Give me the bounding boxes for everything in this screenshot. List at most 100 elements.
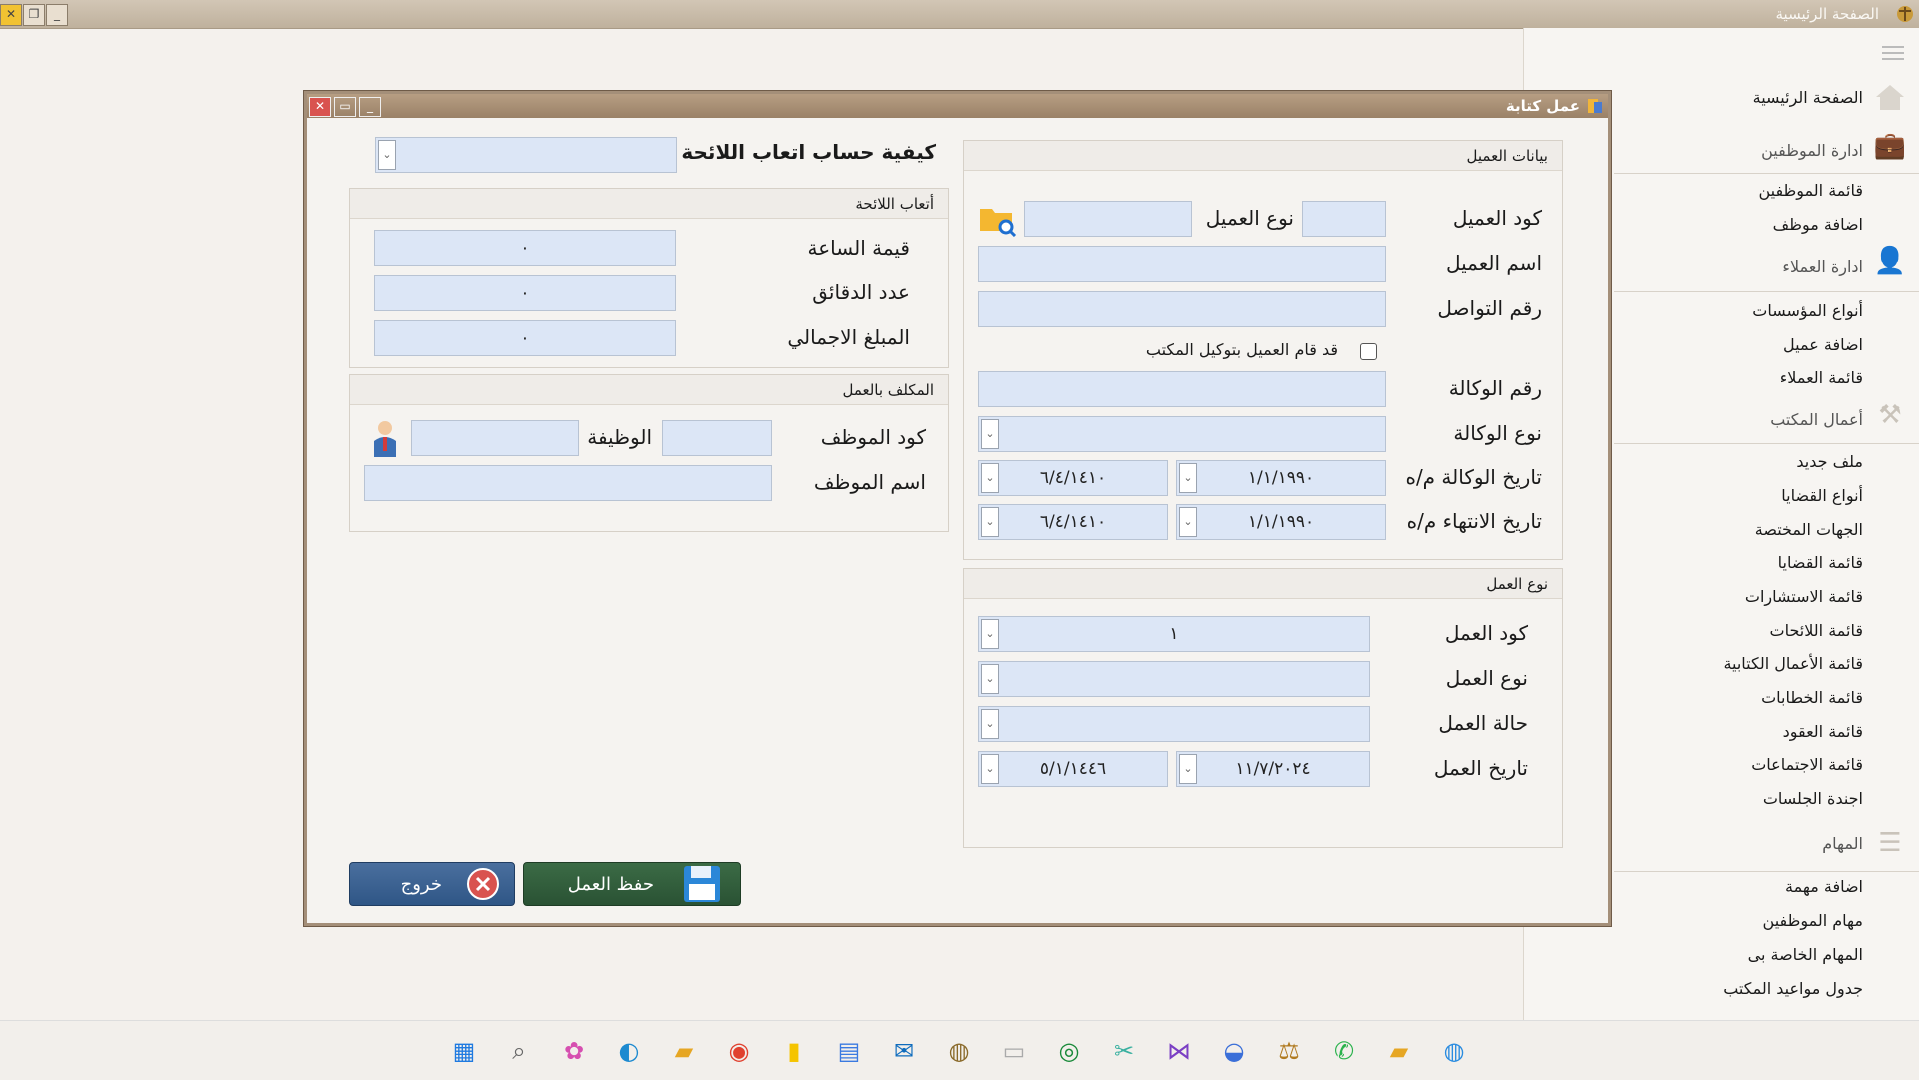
- sidebar-item-institution-types[interactable]: أنواع المؤسسات: [1752, 301, 1863, 320]
- media-player-icon[interactable]: ◎: [1052, 1034, 1086, 1068]
- agency-date-gregorian[interactable]: ١/١/١٩٩٠: [1176, 460, 1386, 496]
- chevron-down-icon[interactable]: ⌄: [981, 507, 999, 537]
- sidebar-item-contracts[interactable]: قائمة العقود: [1783, 722, 1863, 741]
- sidebar-header-employees[interactable]: ادارة الموظفين: [1761, 141, 1863, 160]
- chevron-down-icon[interactable]: ⌄: [981, 619, 999, 649]
- store-icon[interactable]: ▤: [832, 1034, 866, 1068]
- client-code-label: كود العميل: [1452, 206, 1542, 230]
- agency-checkbox-label: قد قام العميل بتوكيل المكتب: [1145, 340, 1338, 359]
- sidebar-header-clients[interactable]: ادارة العملاء: [1782, 257, 1863, 276]
- expiry-date-hijri[interactable]: ٦/٤/١٤١٠: [978, 504, 1168, 540]
- employee-code-field[interactable]: [662, 420, 772, 456]
- work-code-select[interactable]: ١: [978, 616, 1370, 652]
- dialog-minimize-icon[interactable]: _: [359, 97, 381, 117]
- sticky-notes-icon[interactable]: ▮: [777, 1034, 811, 1068]
- job-field[interactable]: [411, 420, 579, 456]
- scales-app-icon[interactable]: ⚖: [1272, 1034, 1306, 1068]
- fee-calc-select[interactable]: [375, 137, 677, 173]
- list-icon: ☰: [1878, 828, 1902, 858]
- sidebar-item-case-types[interactable]: أنواع القضايا: [1781, 486, 1863, 505]
- employee-person-icon[interactable]: [370, 419, 400, 459]
- chevron-down-icon[interactable]: ⌄: [1179, 507, 1197, 537]
- work-type-select[interactable]: [978, 661, 1370, 697]
- snipping-tool-icon[interactable]: ✂: [1107, 1034, 1141, 1068]
- browser-icon[interactable]: ◒: [1217, 1034, 1251, 1068]
- expiry-date-gregorian[interactable]: ١/١/١٩٩٠: [1176, 504, 1386, 540]
- chevron-down-icon[interactable]: ⌄: [981, 709, 999, 739]
- folder-search-icon[interactable]: [978, 203, 1018, 237]
- windows-start-icon[interactable]: ▦: [447, 1034, 481, 1068]
- sidebar-item-authorities[interactable]: الجهات المختصة: [1755, 520, 1863, 539]
- expiry-date-label: تاريخ الانتهاء م/ه: [1406, 509, 1542, 533]
- sidebar-item-regulations[interactable]: قائمة اللائحات: [1770, 621, 1863, 640]
- sidebar-item-client-list[interactable]: قائمة العملاء: [1780, 368, 1863, 387]
- outlook-icon[interactable]: ✉: [887, 1034, 921, 1068]
- file-explorer-icon[interactable]: ▰: [667, 1034, 701, 1068]
- agency-number-field[interactable]: [978, 371, 1386, 407]
- sidebar-item-employee-tasks[interactable]: مهام الموظفين: [1763, 911, 1863, 930]
- hamburger-menu-icon[interactable]: [1882, 42, 1904, 64]
- chevron-down-icon[interactable]: ⌄: [981, 754, 999, 784]
- total-field[interactable]: ٠: [374, 320, 676, 356]
- copilot-icon[interactable]: ✿: [557, 1034, 591, 1068]
- sidebar-item-office-schedule[interactable]: جدول مواعيد المكتب: [1723, 979, 1863, 998]
- network-globe-icon[interactable]: ◍: [1437, 1034, 1471, 1068]
- agency-date-hijri[interactable]: ٦/٤/١٤١٠: [978, 460, 1168, 496]
- floppy-disk-icon: [684, 866, 720, 902]
- work-date-hijri[interactable]: ٥/١/١٤٤٦: [978, 751, 1168, 787]
- sidebar-item-sessions-agenda[interactable]: اجندة الجلسات: [1763, 789, 1863, 808]
- winrar-icon[interactable]: ◍: [942, 1034, 976, 1068]
- client-type-field[interactable]: [1024, 201, 1192, 237]
- sidebar-item-employee-list[interactable]: قائمة الموظفين: [1758, 181, 1863, 200]
- chevron-down-icon[interactable]: ⌄: [981, 419, 999, 449]
- visual-studio-icon[interactable]: ⋈: [1162, 1034, 1196, 1068]
- work-status-select[interactable]: [978, 706, 1370, 742]
- client-code-field[interactable]: [1302, 201, 1386, 237]
- chevron-down-icon[interactable]: ⌄: [1179, 754, 1197, 784]
- hour-value-label: قيمة الساعة: [807, 236, 910, 260]
- sidebar-item-consultations[interactable]: قائمة الاستشارات: [1745, 587, 1863, 606]
- sidebar-header-tasks[interactable]: المهام: [1822, 834, 1863, 853]
- gavel-icon: ⚒: [1878, 400, 1902, 430]
- sidebar-item-meetings[interactable]: قائمة الاجتماعات: [1751, 755, 1863, 774]
- employee-name-field[interactable]: [364, 465, 772, 501]
- sidebar-item-home[interactable]: الصفحة الرئيسية: [1753, 88, 1863, 107]
- chrome-icon[interactable]: ◉: [722, 1034, 756, 1068]
- search-icon[interactable]: ⌕: [502, 1034, 536, 1068]
- fees-group-title: أتعاب اللائحة: [855, 195, 934, 213]
- minutes-field[interactable]: ٠: [374, 275, 676, 311]
- work-type-label: نوع العمل: [1445, 666, 1528, 690]
- sidebar-header-office-work[interactable]: أعمال المكتب: [1770, 410, 1863, 429]
- dialog-title: عمل كتابة: [1505, 97, 1580, 115]
- sidebar-item-written-works[interactable]: قائمة الأعمال الكتابية: [1723, 654, 1863, 673]
- work-date-gregorian[interactable]: ١١/٧/٢٠٢٤: [1176, 751, 1370, 787]
- minimize-icon[interactable]: _: [46, 4, 68, 26]
- client-name-field[interactable]: [978, 246, 1386, 282]
- save-work-button[interactable]: حفظ العمل: [523, 862, 741, 906]
- hour-value-field[interactable]: ٠: [374, 230, 676, 266]
- agency-checkbox[interactable]: [1360, 343, 1377, 360]
- sidebar-item-letters[interactable]: قائمة الخطابات: [1761, 688, 1863, 707]
- chevron-down-icon[interactable]: ⌄: [981, 664, 999, 694]
- dialog-maximize-icon[interactable]: ▭: [334, 97, 356, 117]
- sidebar-item-new-file[interactable]: ملف جديد: [1796, 452, 1863, 471]
- chevron-down-icon[interactable]: ⌄: [378, 140, 396, 170]
- chevron-down-icon[interactable]: ⌄: [981, 463, 999, 493]
- sidebar-item-case-list[interactable]: قائمة القضايا: [1778, 553, 1863, 572]
- whatsapp-icon[interactable]: ✆: [1327, 1034, 1361, 1068]
- client-group: بيانات العميل كود العميل نوع العميل اسم …: [963, 140, 1563, 560]
- edge-browser-icon[interactable]: ◐: [612, 1034, 646, 1068]
- dialog-close-icon[interactable]: ✕: [309, 97, 331, 117]
- sidebar-item-my-tasks[interactable]: المهام الخاصة بى: [1748, 945, 1863, 964]
- exit-button[interactable]: خروج: [349, 862, 515, 906]
- chevron-down-icon[interactable]: ⌄: [1179, 463, 1197, 493]
- sidebar-item-add-client[interactable]: اضافة عميل: [1783, 335, 1863, 354]
- sidebar-item-add-task[interactable]: اضافة مهمة: [1785, 877, 1863, 896]
- sidebar-item-add-employee[interactable]: اضافة موظف: [1773, 215, 1863, 234]
- folder-icon[interactable]: ▰: [1382, 1034, 1416, 1068]
- contact-field[interactable]: [978, 291, 1386, 327]
- close-icon[interactable]: ✕: [0, 4, 22, 26]
- agency-type-select[interactable]: [978, 416, 1386, 452]
- hardware-icon[interactable]: ▭: [997, 1034, 1031, 1068]
- restore-icon[interactable]: ❐: [23, 4, 45, 26]
